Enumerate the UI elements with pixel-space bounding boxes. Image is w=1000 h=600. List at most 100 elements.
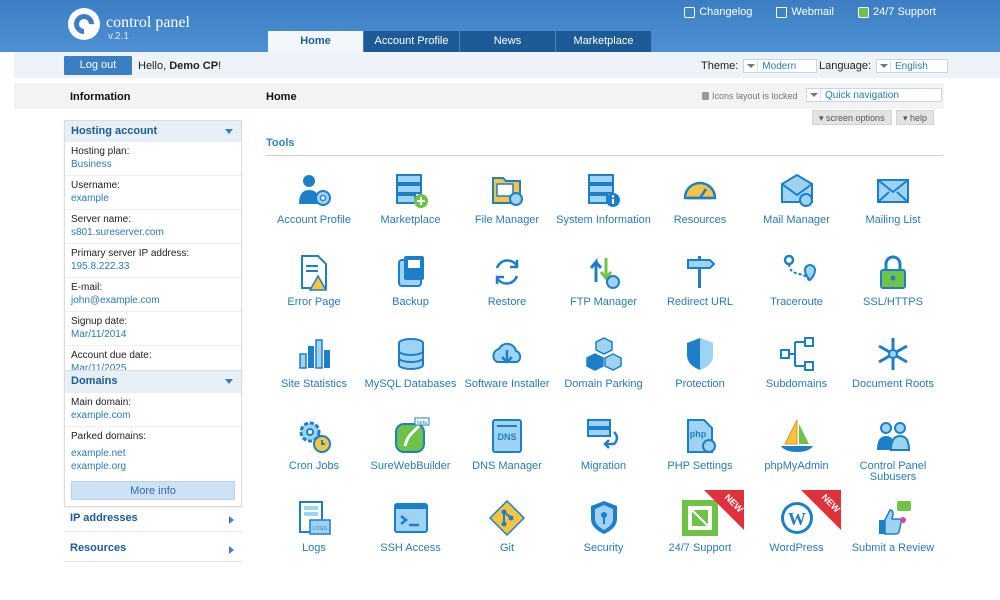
sidebar-item-ip-addresses[interactable]: IP addresses: [64, 506, 242, 532]
tool-label: Mailing List: [865, 214, 921, 226]
terminal-icon: [393, 503, 428, 533]
tool-label: Subdomains: [765, 378, 828, 390]
tool-logs[interactable]: LOGS Logs: [266, 498, 362, 554]
tool-document-roots[interactable]: Document Roots: [845, 334, 941, 390]
language-select[interactable]: English: [876, 59, 948, 73]
main-tabs: Home Account Profile News Marketplace: [268, 31, 652, 52]
tool-backup[interactable]: Backup: [363, 252, 459, 308]
changelog-link[interactable]: Changelog: [684, 6, 752, 18]
field-value: Mar/11/2014: [71, 329, 127, 340]
tool-wordpress[interactable]: W NEW WordPress: [749, 490, 845, 554]
tool-label: Restore: [487, 296, 527, 308]
security-icon: [590, 501, 617, 534]
envelope-gear-icon: [780, 173, 813, 207]
top-links: Changelog Webmail 24/7 Support: [684, 6, 936, 18]
parked-domain[interactable]: example.org: [71, 460, 235, 473]
chevron-down-icon: [877, 60, 891, 72]
support-link[interactable]: 24/7 Support: [858, 6, 936, 18]
hello-label: Hello,: [138, 60, 167, 72]
tool-php-settings[interactable]: php PHP Settings: [652, 416, 748, 472]
tab-marketplace[interactable]: Marketplace: [556, 31, 652, 52]
main-domain-label: Main domain:: [71, 397, 132, 408]
help-button[interactable]: ▾ help: [896, 110, 935, 125]
tool-label: Mail Manager: [763, 214, 830, 226]
logo-icon[interactable]: [68, 8, 100, 40]
tool-label: SureWebBuilder: [370, 460, 451, 472]
shield-icon: [687, 338, 713, 370]
tool-ssh-access[interactable]: SSH Access: [363, 498, 459, 554]
tool-ssl-https[interactable]: SSL/HTTPS: [845, 252, 941, 308]
tool-protection[interactable]: Protection: [652, 334, 748, 390]
logout-button[interactable]: Log out: [64, 56, 132, 75]
quick-navigation-select[interactable]: Quick navigation: [806, 88, 942, 102]
tool-ftp-manager[interactable]: FTP Manager: [556, 252, 652, 308]
tool-label: WordPress: [769, 542, 824, 554]
tool-cron-jobs[interactable]: Cron Jobs: [266, 416, 362, 472]
tool-site-statistics[interactable]: Site Statistics: [266, 334, 362, 390]
tool-restore[interactable]: Restore: [459, 252, 555, 308]
tool-surewebbuilder[interactable]: beta SureWebBuilder: [363, 416, 459, 472]
tool-migration[interactable]: Migration: [556, 416, 652, 472]
hosting-account-header[interactable]: Hosting account: [65, 121, 241, 142]
domains-header[interactable]: Domains: [65, 371, 241, 392]
cloud-download-icon: [492, 342, 522, 364]
tool-mailing-list[interactable]: Mailing List: [845, 170, 941, 226]
tool-label: SSL/HTTPS: [863, 296, 923, 308]
tool-label: Software Installer: [464, 378, 550, 390]
field-label: Signup date:: [71, 316, 128, 327]
tool-label: DNS Manager: [472, 460, 542, 472]
tool-security[interactable]: Security: [556, 498, 652, 554]
user-name: Demo CP: [169, 60, 219, 72]
tool-24-7-support[interactable]: NEW 24/7 Support: [652, 490, 748, 554]
tool-mail-manager[interactable]: Mail Manager: [749, 170, 845, 226]
ip-addresses-label: IP addresses: [70, 512, 138, 524]
webmail-link[interactable]: Webmail: [776, 6, 834, 18]
tool-control-panel-subusers[interactable]: Control Panel Subusers: [845, 416, 941, 483]
field-value: s801.sureserver.com: [71, 227, 164, 238]
tool-git[interactable]: Git: [459, 498, 555, 554]
tool-redirect-url[interactable]: Redirect URL: [652, 252, 748, 308]
changelog-label: Changelog: [699, 6, 753, 18]
tool-label: Backup: [392, 296, 429, 308]
tool-error-page[interactable]: Error Page: [266, 252, 362, 308]
theme-select[interactable]: Modern: [743, 59, 818, 73]
screen-options-button[interactable]: ▾ screen options: [812, 110, 892, 125]
chevron-down-icon: [225, 379, 233, 384]
new-ribbon-icon: NEW: [800, 490, 841, 530]
tool-phpmyadmin[interactable]: phpMyAdmin: [749, 416, 845, 472]
tool-marketplace[interactable]: Marketplace: [363, 170, 459, 226]
signpost-icon: [687, 256, 716, 288]
dns-icon: DNS: [492, 419, 522, 453]
tool-label: Logs: [302, 542, 326, 554]
tool-traceroute[interactable]: Traceroute: [749, 252, 845, 308]
layout-locked-toggle[interactable]: Icons layout is locked: [702, 91, 798, 101]
tree-icon: [779, 337, 814, 371]
sailboat-icon: [780, 419, 813, 452]
tool-subdomains[interactable]: Subdomains: [749, 334, 845, 390]
tool-software-installer[interactable]: Software Installer: [459, 334, 555, 390]
language-label: Language:: [819, 60, 871, 72]
tool-label: 24/7 Support: [668, 542, 732, 554]
tab-home[interactable]: Home: [268, 31, 364, 52]
tool-file-manager[interactable]: File Manager: [459, 170, 555, 226]
main-domain-field: Main domain: example.com: [65, 392, 241, 426]
tool-label: Marketplace: [380, 214, 441, 226]
main-domain-value[interactable]: example.com: [71, 409, 235, 422]
tab-news[interactable]: News: [460, 31, 556, 52]
tool-resources[interactable]: Resources: [652, 170, 748, 226]
tool-mysql-databases[interactable]: MySQL Databases: [363, 334, 459, 390]
tool-system-information[interactable]: System Information: [556, 170, 652, 226]
tool-submit-a-review[interactable]: Submit a Review: [845, 498, 941, 554]
more-info-button[interactable]: More info: [71, 481, 235, 500]
field-label: Hosting plan:: [71, 146, 130, 157]
field-label: E-mail:: [71, 282, 103, 293]
parked-domain[interactable]: example.net: [71, 447, 235, 460]
sidebar-item-resources[interactable]: Resources: [64, 536, 242, 562]
tool-account-profile[interactable]: Account Profile: [266, 170, 362, 226]
tool-domain-parking[interactable]: Domain Parking: [556, 334, 652, 390]
tab-account-profile[interactable]: Account Profile: [364, 31, 460, 52]
users-icon: [877, 422, 911, 451]
page-title: Home: [266, 91, 297, 103]
tool-label: System Information: [556, 214, 651, 226]
tool-dns-manager[interactable]: DNS DNS Manager: [459, 416, 555, 472]
